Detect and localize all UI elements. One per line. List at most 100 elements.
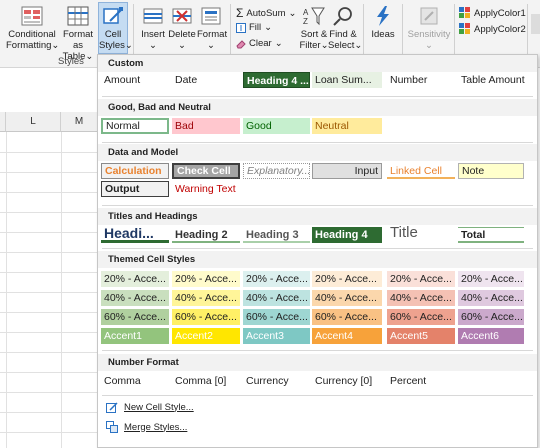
- style-40-accent3[interactable]: 40% - Acce...: [243, 290, 310, 306]
- style-heading4-custom[interactable]: Heading 4 ...: [243, 72, 310, 88]
- find-select-label2: Select: [328, 40, 355, 51]
- color-grid-icon: [459, 23, 470, 34]
- section-custom: Custom: [98, 55, 537, 72]
- new-cell-style-item[interactable]: New Cell Style...: [106, 401, 194, 413]
- cell-styles-label2: Styles: [99, 40, 125, 51]
- conditional-formatting-button[interactable]: Conditional Formatting⌄: [6, 3, 59, 51]
- style-accent6[interactable]: Accent6: [458, 328, 524, 344]
- style-date[interactable]: Date: [172, 72, 240, 88]
- style-heading1[interactable]: Headi...: [101, 225, 169, 243]
- style-calculation[interactable]: Calculation: [101, 163, 169, 179]
- style-currency0[interactable]: Currency [0]: [312, 373, 382, 389]
- merge-styles-label: Merge Styles...: [124, 421, 188, 433]
- style-number[interactable]: Number: [387, 72, 455, 88]
- style-bad[interactable]: Bad: [172, 118, 240, 134]
- style-heading2[interactable]: Heading 2: [172, 227, 240, 243]
- fill-button[interactable]: Fill ⌄: [236, 22, 272, 33]
- section-divider: [102, 142, 533, 143]
- style-title[interactable]: Title: [387, 224, 455, 242]
- style-total[interactable]: Total: [458, 227, 524, 243]
- clear-button[interactable]: Clear ⌄: [236, 38, 283, 49]
- style-60-accent6[interactable]: 60% - Acce...: [458, 309, 524, 325]
- sigma-icon: Σ: [236, 6, 244, 20]
- style-accent5[interactable]: Accent5: [387, 328, 455, 344]
- style-20-accent2[interactable]: 20% - Acce...: [172, 271, 240, 287]
- style-accent3[interactable]: Accent3: [243, 328, 310, 344]
- apply-color1-button[interactable]: ApplyColor1: [459, 7, 526, 19]
- section-good-bad-neutral: Good, Bad and Neutral: [98, 99, 537, 116]
- style-60-accent3[interactable]: 60% - Acce...: [243, 309, 310, 325]
- style-40-accent2[interactable]: 40% - Acce...: [172, 290, 240, 306]
- style-20-accent5[interactable]: 20% - Acce...: [387, 271, 455, 287]
- insert-button[interactable]: Insert ⌄: [139, 3, 167, 51]
- style-accent2[interactable]: Accent2: [172, 328, 240, 344]
- gridline: [0, 212, 98, 213]
- autosum-button[interactable]: Σ AutoSum ⌄: [236, 6, 296, 20]
- delete-label: Delete: [168, 29, 196, 40]
- style-loan-sum[interactable]: Loan Sum...: [312, 72, 382, 88]
- style-40-accent1[interactable]: 40% - Acce...: [101, 290, 169, 306]
- style-percent[interactable]: Percent: [387, 373, 455, 389]
- format-button[interactable]: Format ⌄: [197, 3, 228, 51]
- cell-styles-button[interactable]: Cell Styles⌄: [98, 2, 133, 54]
- style-40-accent6[interactable]: 40% - Acce...: [458, 290, 524, 306]
- format-label: Format: [197, 29, 228, 40]
- chevron-down-icon: ⌄: [264, 22, 273, 33]
- style-heading3[interactable]: Heading 3: [243, 227, 310, 243]
- style-heading4[interactable]: Heading 4: [312, 227, 382, 243]
- conditional-formatting-icon: [21, 6, 43, 26]
- style-warning-text[interactable]: Warning Text: [172, 181, 240, 197]
- style-amount[interactable]: Amount: [101, 72, 169, 88]
- style-explanatory[interactable]: Explanatory...: [243, 163, 310, 179]
- column-header-l[interactable]: L: [6, 112, 61, 132]
- gridline: [0, 232, 98, 233]
- style-comma0[interactable]: Comma [0]: [172, 373, 240, 389]
- color-grid-icon: [459, 7, 470, 18]
- gridline: [0, 412, 98, 413]
- delete-button[interactable]: Delete ⌄: [168, 3, 196, 51]
- style-normal[interactable]: Normal: [101, 118, 169, 134]
- style-note[interactable]: Note: [458, 163, 524, 179]
- style-neutral[interactable]: Neutral: [312, 118, 382, 134]
- style-60-accent2[interactable]: 60% - Acce...: [172, 309, 240, 325]
- overflow-button[interactable]: [531, 14, 540, 34]
- style-good[interactable]: Good: [243, 118, 310, 134]
- gridline: [0, 312, 98, 313]
- style-currency[interactable]: Currency: [243, 373, 310, 389]
- find-select-button[interactable]: Find & Select⌄: [328, 3, 362, 51]
- apply-color2-button[interactable]: ApplyColor2: [459, 23, 526, 35]
- style-accent1[interactable]: Accent1: [101, 328, 169, 344]
- sort-filter-button[interactable]: A Z Sort & Filter⌄: [299, 3, 329, 51]
- gridline: [0, 372, 98, 373]
- style-20-accent6[interactable]: 20% - Acce...: [458, 271, 524, 287]
- style-input[interactable]: Input: [312, 163, 382, 179]
- svg-text:Z: Z: [303, 17, 308, 26]
- style-check-cell[interactable]: Check Cell: [172, 163, 240, 179]
- style-60-accent5[interactable]: 60% - Acce...: [387, 309, 455, 325]
- style-accent4[interactable]: Accent4: [312, 328, 382, 344]
- style-40-accent5[interactable]: 40% - Acce...: [387, 290, 455, 306]
- style-60-accent1[interactable]: 60% - Acce...: [101, 309, 169, 325]
- chevron-down-icon: ⌄: [354, 40, 363, 51]
- sensitivity-button[interactable]: Sensitivity ⌄: [405, 3, 453, 51]
- style-comma[interactable]: Comma: [101, 373, 169, 389]
- section-divider: [102, 205, 533, 206]
- chevron-down-icon: ⌄: [149, 40, 157, 51]
- style-60-accent4[interactable]: 60% - Acce...: [312, 309, 382, 325]
- format-as-table-button[interactable]: Format as Table⌄: [60, 3, 96, 62]
- style-linked-cell[interactable]: Linked Cell: [387, 163, 455, 179]
- format-as-table-label1: Format as: [62, 29, 94, 51]
- table-icon: [67, 6, 89, 26]
- ideas-button[interactable]: Ideas: [368, 3, 398, 40]
- style-output[interactable]: Output: [101, 181, 169, 197]
- style-40-accent4[interactable]: 40% - Acce...: [312, 290, 382, 306]
- column-header-m[interactable]: M: [61, 112, 98, 132]
- style-20-accent1[interactable]: 20% - Acce...: [101, 271, 169, 287]
- chevron-down-icon: ⌄: [288, 7, 297, 19]
- style-table-amount[interactable]: Table Amount: [458, 72, 534, 88]
- style-20-accent4[interactable]: 20% - Acce...: [312, 271, 382, 287]
- style-20-accent3[interactable]: 20% - Acce...: [243, 271, 310, 287]
- find-select-label1: Find &: [329, 29, 357, 40]
- merge-styles-item[interactable]: Merge Styles...: [106, 421, 187, 433]
- fill-label: Fill: [249, 22, 262, 33]
